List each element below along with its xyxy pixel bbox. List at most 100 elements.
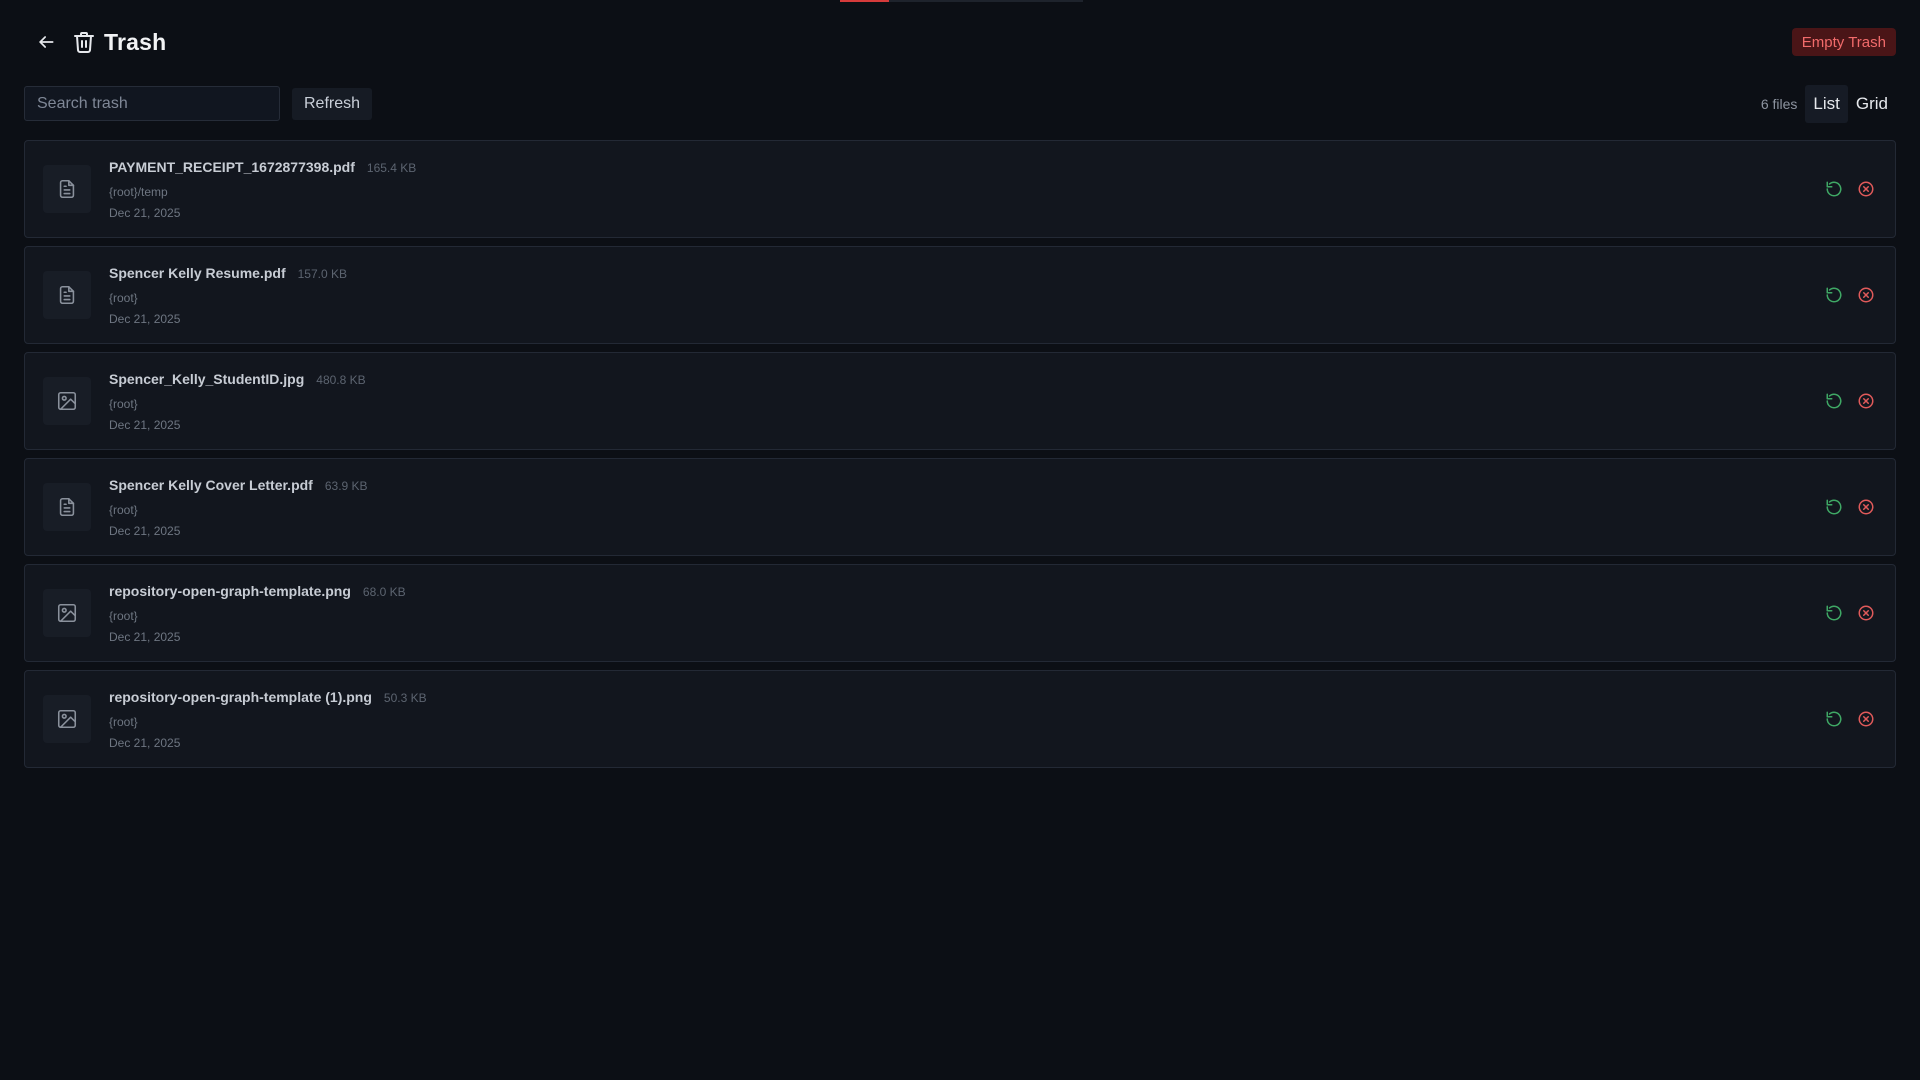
file-actions (1815, 176, 1879, 202)
file-row[interactable]: PAYMENT_RECEIPT_1672877398.pdf 165.4 KB … (24, 140, 1896, 238)
circle-x-icon (1858, 711, 1874, 727)
delete-permanently-button[interactable] (1853, 282, 1879, 308)
back-button[interactable] (28, 24, 64, 60)
file-path: {root} (109, 396, 138, 411)
file-row[interactable]: Spencer Kelly Resume.pdf 157.0 KB {root}… (24, 246, 1896, 344)
file-date: Dec 21, 2025 (109, 205, 181, 220)
file-actions (1815, 494, 1879, 520)
file-size: 165.4 KB (366, 160, 417, 175)
file-name: repository-open-graph-template.png (109, 582, 351, 599)
file-name-line: Spencer_Kelly_StudentID.jpg 480.8 KB (109, 371, 366, 387)
document-icon (59, 497, 75, 517)
delete-permanently-button[interactable] (1853, 706, 1879, 732)
file-thumbnail (43, 483, 91, 531)
file-name: Spencer_Kelly_StudentID.jpg (109, 370, 305, 387)
image-icon (57, 603, 77, 623)
circle-x-icon (1858, 181, 1874, 197)
file-actions (1815, 600, 1879, 626)
file-actions (1815, 706, 1879, 732)
file-thumbnail (43, 695, 91, 743)
file-name-line: PAYMENT_RECEIPT_1672877398.pdf 165.4 KB (109, 159, 416, 175)
image-icon (57, 709, 77, 729)
file-info: Spencer Kelly Cover Letter.pdf 63.9 KB {… (109, 477, 368, 538)
restore-icon (1826, 393, 1842, 409)
view-grid-button[interactable]: Grid (1848, 85, 1896, 123)
file-info: Spencer_Kelly_StudentID.jpg 480.8 KB {ro… (109, 371, 366, 432)
file-name-line: repository-open-graph-template (1).png 5… (109, 689, 427, 705)
file-path: {root} (109, 714, 138, 729)
file-info: Spencer Kelly Resume.pdf 157.0 KB {root}… (109, 265, 347, 326)
title-group: Trash (70, 28, 166, 56)
file-name: PAYMENT_RECEIPT_1672877398.pdf (109, 158, 355, 175)
file-actions (1815, 282, 1879, 308)
file-path: {root} (109, 502, 138, 517)
document-icon (59, 179, 75, 199)
delete-permanently-button[interactable] (1853, 388, 1879, 414)
file-date: Dec 21, 2025 (109, 629, 181, 644)
restore-icon (1826, 287, 1842, 303)
delete-permanently-button[interactable] (1853, 176, 1879, 202)
restore-icon (1826, 181, 1842, 197)
file-path: {root} (109, 608, 138, 623)
file-name: Spencer Kelly Cover Letter.pdf (109, 476, 313, 493)
file-row[interactable]: Spencer Kelly Cover Letter.pdf 63.9 KB {… (24, 458, 1896, 556)
restore-button[interactable] (1821, 706, 1847, 732)
circle-x-icon (1858, 287, 1874, 303)
restore-button[interactable] (1821, 282, 1847, 308)
restore-icon (1826, 499, 1842, 515)
file-date: Dec 21, 2025 (109, 523, 181, 538)
file-thumbnail (43, 165, 91, 213)
file-size: 68.0 KB (362, 584, 406, 599)
file-row[interactable]: repository-open-graph-template (1).png 5… (24, 670, 1896, 768)
file-name-line: Spencer Kelly Resume.pdf 157.0 KB (109, 265, 347, 281)
file-size: 157.0 KB (297, 266, 347, 281)
refresh-button[interactable]: Refresh (292, 87, 373, 120)
toolbar: Refresh 6 files List Grid (24, 84, 1896, 123)
file-date: Dec 21, 2025 (109, 735, 181, 750)
file-count: 6 files (1760, 95, 1798, 112)
file-name-line: repository-open-graph-template.png 68.0 … (109, 583, 406, 599)
page-title: Trash (104, 28, 167, 55)
file-name: repository-open-graph-template (1).png (109, 688, 372, 705)
file-name: Spencer Kelly Resume.pdf (109, 264, 286, 281)
file-thumbnail (43, 271, 91, 319)
view-list-button[interactable]: List (1805, 84, 1848, 123)
restore-icon (1826, 605, 1842, 621)
restore-button[interactable] (1821, 388, 1847, 414)
file-name-line: Spencer Kelly Cover Letter.pdf 63.9 KB (109, 477, 368, 493)
circle-x-icon (1858, 605, 1874, 621)
top-loading-bar (840, 0, 1083, 2)
file-info: repository-open-graph-template.png 68.0 … (109, 583, 406, 644)
file-row[interactable]: Spencer_Kelly_StudentID.jpg 480.8 KB {ro… (24, 352, 1896, 450)
file-row[interactable]: repository-open-graph-template.png 68.0 … (24, 564, 1896, 662)
restore-button[interactable] (1821, 600, 1847, 626)
arrow-left-icon (39, 36, 54, 48)
search-input[interactable] (24, 86, 280, 121)
file-date: Dec 21, 2025 (109, 417, 181, 432)
top-loading-bar-fill (840, 0, 889, 2)
file-size: 480.8 KB (316, 372, 366, 387)
file-size: 63.9 KB (324, 478, 368, 493)
image-icon (57, 391, 77, 411)
file-size: 50.3 KB (383, 690, 427, 705)
delete-permanently-button[interactable] (1853, 600, 1879, 626)
file-thumbnail (43, 377, 91, 425)
page-header: Trash Empty Trash (24, 24, 1896, 60)
delete-permanently-button[interactable] (1853, 494, 1879, 520)
empty-trash-button[interactable]: Empty Trash (1791, 28, 1896, 56)
trash-file-list: PAYMENT_RECEIPT_1672877398.pdf 165.4 KB … (24, 140, 1896, 776)
restore-button[interactable] (1821, 494, 1847, 520)
file-thumbnail (43, 589, 91, 637)
circle-x-icon (1858, 499, 1874, 515)
file-path: {root} (109, 290, 138, 305)
restore-button[interactable] (1821, 176, 1847, 202)
file-actions (1815, 388, 1879, 414)
document-icon (59, 285, 75, 305)
file-info: PAYMENT_RECEIPT_1672877398.pdf 165.4 KB … (109, 159, 416, 220)
file-info: repository-open-graph-template (1).png 5… (109, 689, 427, 750)
circle-x-icon (1858, 393, 1874, 409)
file-date: Dec 21, 2025 (109, 311, 181, 326)
trash-icon (70, 28, 98, 56)
restore-icon (1826, 711, 1842, 727)
file-path: {root}/temp (109, 184, 168, 199)
